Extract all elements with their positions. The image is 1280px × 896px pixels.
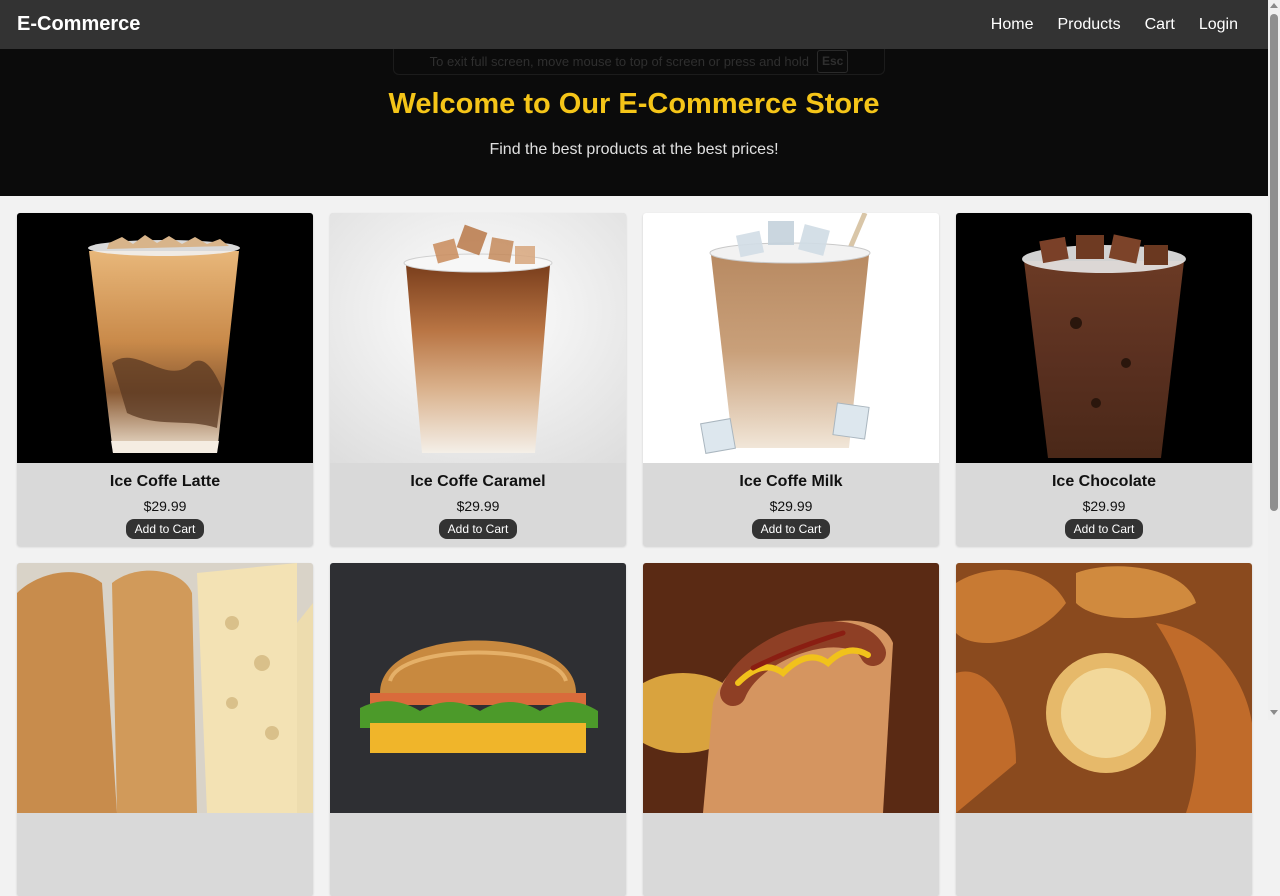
hero-title: Welcome to Our E-Commerce Store [388, 88, 880, 120]
croissant-image[interactable] [956, 563, 1252, 813]
product-card: Ice Coffe Milk $29.99 Add to Cart [643, 213, 939, 546]
fullscreen-exit-notice: To exit full screen, move mouse to top o… [393, 49, 885, 75]
nav-link-home[interactable]: Home [991, 16, 1034, 34]
product-name: Ice Coffe Caramel [410, 473, 546, 490]
product-card: Ice Chocolate $29.99 Add to Cart [956, 213, 1252, 546]
add-to-cart-button[interactable]: Add to Cart [1064, 519, 1144, 539]
product-card: Ice Coffe Latte $29.99 Add to Cart [17, 213, 313, 546]
product-price: $29.99 [456, 498, 500, 514]
iced-latte-image[interactable] [17, 213, 313, 463]
product-name: Ice Coffe Milk [739, 473, 843, 490]
scroll-down-arrow-icon[interactable] [1270, 710, 1278, 715]
esc-key-hint: Esc [817, 50, 849, 73]
nav-links: Home Products Cart Login [991, 16, 1238, 34]
hotdog-image[interactable] [643, 563, 939, 813]
product-name: Ice Coffe Latte [109, 473, 221, 490]
nav-link-products[interactable]: Products [1057, 16, 1120, 34]
product-card [17, 563, 313, 896]
hero-banner: To exit full screen, move mouse to top o… [0, 49, 1268, 196]
nav-link-login[interactable]: Login [1199, 16, 1238, 34]
iced-caramel-image[interactable] [330, 213, 626, 463]
add-to-cart-button[interactable]: Add to Cart [125, 519, 205, 539]
add-to-cart-button[interactable]: Add to Cart [751, 519, 831, 539]
scroll-up-arrow-icon[interactable] [1270, 3, 1278, 8]
add-to-cart-button[interactable]: Add to Cart [438, 519, 518, 539]
product-card [956, 563, 1252, 896]
burger-image[interactable] [330, 563, 626, 813]
top-navbar: E-Commerce Home Products Cart Login [0, 0, 1268, 49]
vertical-scrollbar[interactable] [1268, 0, 1280, 720]
scrollbar-thumb[interactable] [1270, 14, 1278, 511]
brand-logo[interactable]: E-Commerce [17, 13, 140, 36]
product-card: Ice Coffe Caramel $29.99 Add to Cart [330, 213, 626, 546]
product-card [330, 563, 626, 896]
product-name: Ice Chocolate [1051, 473, 1157, 490]
hero-subtitle: Find the best products at the best price… [489, 141, 779, 158]
nav-link-cart[interactable]: Cart [1145, 16, 1175, 34]
product-price: $29.99 [769, 498, 813, 514]
fullscreen-notice-text: To exit full screen, move mouse to top o… [429, 54, 809, 69]
bread-image[interactable] [17, 563, 313, 813]
product-price: $29.99 [143, 498, 187, 514]
iced-milk-coffee-image[interactable] [643, 213, 939, 463]
product-price: $29.99 [1082, 498, 1126, 514]
product-grid: Ice Coffe Latte $29.99 Add to Cart Ice C… [17, 213, 1252, 896]
product-card [643, 563, 939, 896]
iced-chocolate-image[interactable] [956, 213, 1252, 463]
